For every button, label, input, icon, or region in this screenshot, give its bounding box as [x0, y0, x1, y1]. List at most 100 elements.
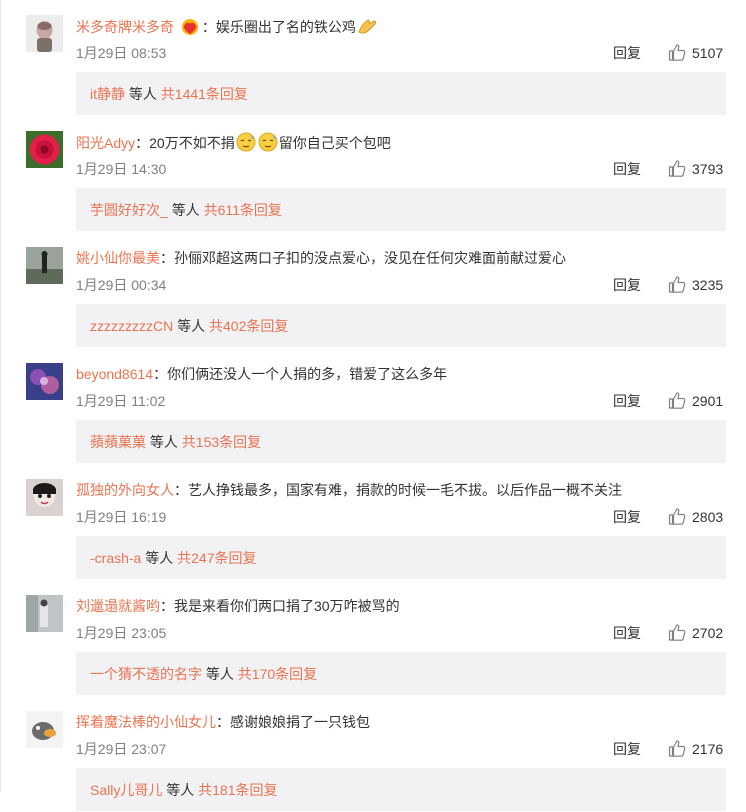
reply-button[interactable]: 回复 [613, 739, 641, 759]
thumbs-up-icon [668, 159, 686, 180]
comment-item: 阳光Adyy：20万不如不捐 留你自己买个包吧 1月29日 14:30 回复 37… [0, 116, 746, 232]
avatar[interactable] [26, 363, 63, 400]
reply-connector: 等人 [177, 318, 206, 334]
reply-summary: zzzzzzzzzCN 等人 共402条回复 [76, 304, 726, 347]
reply-connector: 等人 [166, 782, 195, 798]
colon: ： [135, 135, 150, 151]
reply-username[interactable]: -crash-a [90, 550, 141, 566]
timestamp: 1月29日 16:19 [76, 509, 167, 525]
reply-username[interactable]: it静静 [90, 86, 125, 102]
colon: ： [201, 19, 216, 35]
avatar[interactable] [26, 711, 63, 748]
thumbs-up-icon [668, 623, 686, 644]
comment-item: beyond8614：你们俩还没人一个人捐的多，错爱了这么多年 1月29日 11… [0, 348, 746, 464]
like-button[interactable]: 2176 [668, 738, 723, 760]
like-count: 3235 [692, 277, 724, 293]
reply-connector: 等人 [171, 202, 200, 218]
reply-connector: 等人 [145, 550, 174, 566]
sweat-emoji-icon [235, 132, 257, 157]
avatar[interactable] [26, 595, 63, 632]
username[interactable]: 孤独的外向女人 [76, 482, 174, 498]
timestamp: 1月29日 11:02 [76, 393, 166, 409]
colon: ： [174, 482, 188, 498]
like-count: 2803 [692, 509, 724, 525]
reply-username[interactable]: Sally儿哥儿 [90, 782, 162, 798]
reply-button[interactable]: 回复 [613, 391, 641, 411]
comment-item: 孤独的外向女人：艺人挣钱最多，国家有难，捐款的时候一毛不拔。以后作品一概不关注 … [0, 464, 746, 580]
comment-text: 20万不如不捐 [149, 135, 235, 151]
username[interactable]: 姚小仙你最美 [76, 250, 160, 266]
like-button[interactable]: 5107 [668, 42, 723, 64]
like-button[interactable]: 3235 [668, 274, 723, 296]
like-button[interactable]: 2702 [668, 622, 723, 644]
reply-username[interactable]: 蘋蘋菓菓 [90, 434, 146, 450]
timestamp: 1月29日 08:53 [76, 45, 167, 61]
reply-button[interactable]: 回复 [613, 623, 641, 643]
like-button[interactable]: 2901 [668, 390, 723, 412]
clap-emoji-icon [356, 16, 378, 41]
reply-connector: 等人 [128, 86, 157, 102]
reply-total-link[interactable]: 共611条回复 [204, 202, 282, 218]
username[interactable]: 阳光Adyy [76, 135, 135, 151]
reply-connector: 等人 [149, 434, 178, 450]
reply-summary: 芋圆好好次_ 等人 共611条回复 [76, 188, 726, 231]
avatar[interactable] [26, 15, 63, 52]
reply-button[interactable]: 回复 [613, 507, 641, 527]
reply-summary: it静静 等人 共1441条回复 [76, 72, 726, 115]
reply-summary: 蘋蘋菓菓 等人 共153条回复 [76, 420, 726, 463]
reply-username[interactable]: zzzzzzzzzCN [90, 318, 173, 334]
reply-summary: -crash-a 等人 共247条回复 [76, 536, 726, 579]
like-count: 2176 [692, 741, 724, 757]
comment-item: 挥着魔法棒的小仙女儿：感谢娘娘捐了一只钱包 1月29日 23:07 回复 217… [0, 696, 746, 812]
username[interactable]: 米多奇牌米多奇 [76, 19, 174, 35]
colon: ： [160, 598, 174, 614]
colon: ： [160, 250, 174, 266]
colon: ： [153, 366, 168, 382]
reply-total-link[interactable]: 共170条回复 [238, 666, 317, 682]
reply-total-link[interactable]: 共402条回复 [209, 318, 288, 334]
like-count: 5107 [692, 45, 724, 61]
avatar[interactable] [26, 479, 63, 516]
avatar[interactable] [26, 247, 63, 284]
reply-total-link[interactable]: 共153条回复 [182, 434, 261, 450]
comment-text: 你们俩还没人一个人捐的多，错爱了这么多年 [167, 366, 448, 382]
username[interactable]: 刘邋遢就酱哟 [76, 598, 160, 614]
timestamp: 1月29日 23:07 [76, 741, 167, 757]
thumbs-up-icon [668, 391, 686, 412]
comment-item: 姚小仙你最美：孙俪邓超这两口子扣的没点爱心，没见在任何灾难面前献过爱心 1月29… [0, 232, 746, 348]
comment-text: 感谢娘娘捐了一只钱包 [230, 714, 370, 730]
thumbs-up-icon [668, 739, 686, 760]
colon: ： [216, 714, 230, 730]
thumbs-up-icon [668, 275, 686, 296]
avatar[interactable] [26, 131, 63, 168]
like-button[interactable]: 3793 [668, 158, 723, 180]
reply-summary: Sally儿哥儿 等人 共181条回复 [76, 768, 726, 811]
reply-username[interactable]: 一个猜不透的名字 [90, 666, 202, 682]
comment-text: 孙俪邓超这两口子扣的没点爱心，没见在任何灾难面前献过爱心 [174, 250, 566, 266]
vip-badge-icon [180, 18, 200, 41]
comment-text: 留你自己买个包吧 [278, 135, 391, 151]
reply-button[interactable]: 回复 [613, 43, 641, 63]
reply-button[interactable]: 回复 [613, 159, 641, 179]
reply-button[interactable]: 回复 [613, 275, 641, 295]
reply-total-link[interactable]: 共181条回复 [198, 782, 277, 798]
username[interactable]: 挥着魔法棒的小仙女儿 [76, 714, 216, 730]
comment-text: 娱乐圈出了名的铁公鸡 [215, 19, 356, 35]
comment-text: 我是来看你们两口捐了30万咋被骂的 [174, 598, 400, 614]
like-button[interactable]: 2803 [668, 506, 723, 528]
comment-item: 米多奇牌米多奇 ：娱乐圈出了名的铁公鸡 1月29日 08:53 回复 5107 … [0, 0, 746, 116]
like-count: 3793 [692, 161, 724, 177]
reply-total-link[interactable]: 共1441条回复 [161, 86, 248, 102]
reply-connector: 等人 [205, 666, 234, 682]
reply-total-link[interactable]: 共247条回复 [177, 550, 256, 566]
username[interactable]: beyond8614 [76, 366, 153, 382]
thumbs-up-icon [668, 507, 686, 528]
timestamp: 1月29日 14:30 [76, 161, 167, 177]
timestamp: 1月29日 23:05 [76, 625, 167, 641]
comment-text: 艺人挣钱最多，国家有难，捐款的时候一毛不拔。以后作品一概不关注 [188, 482, 622, 498]
sweat-emoji-icon [257, 132, 279, 157]
like-count: 2702 [692, 625, 724, 641]
reply-username[interactable]: 芋圆好好次_ [90, 202, 168, 218]
reply-summary: 一个猜不透的名字 等人 共170条回复 [76, 652, 726, 695]
comment-item: 刘邋遢就酱哟：我是来看你们两口捐了30万咋被骂的 1月29日 23:05 回复 … [0, 580, 746, 696]
